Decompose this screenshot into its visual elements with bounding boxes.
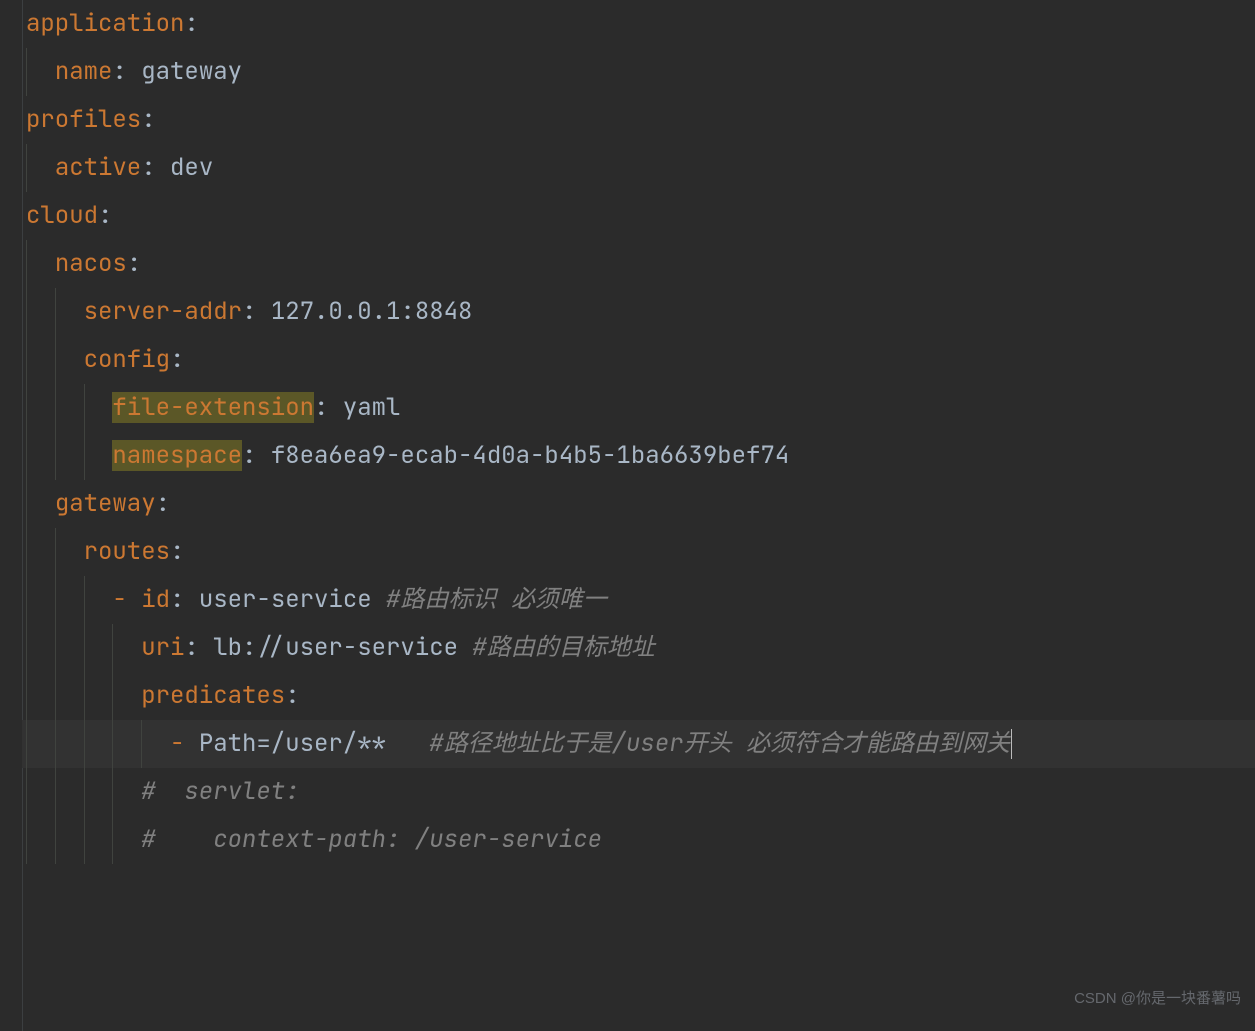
code-line[interactable]: name: gateway [22, 48, 1255, 96]
code-line[interactable]: profiles: [22, 96, 1255, 144]
code-dash: - [170, 728, 199, 759]
indent [26, 56, 55, 87]
caret [1011, 729, 1012, 759]
code-key: nacos [55, 248, 127, 279]
code-key: profiles [26, 104, 141, 135]
code-comment: #路由的目标地址 [472, 632, 654, 663]
indent [26, 728, 170, 759]
code-key: application [26, 8, 184, 39]
code-line[interactable]: active: dev [22, 144, 1255, 192]
code-line[interactable]: file-extension: yaml [22, 384, 1255, 432]
code-value: : [156, 488, 170, 519]
code-line[interactable]: config: [22, 336, 1255, 384]
code-line[interactable]: routes: [22, 528, 1255, 576]
indent [26, 296, 84, 327]
code-line[interactable]: predicates: [22, 672, 1255, 720]
code-key: predicates [141, 680, 285, 711]
watermark: CSDN @你是一块番薯吗 [1074, 975, 1241, 1023]
gutter [0, 0, 23, 1031]
code-value: : [141, 104, 155, 135]
code-editor[interactable]: application: name: gatewayprofiles: acti… [0, 0, 1255, 1031]
code-key: cloud [26, 200, 98, 231]
code-key: file-extension [112, 392, 314, 423]
code-value: : user-service [170, 584, 386, 615]
code-value: : [170, 536, 184, 567]
code-comment: # servlet: [141, 776, 299, 807]
code-key: routes [84, 536, 170, 567]
code-value: : [184, 8, 198, 39]
code-value: : [170, 344, 184, 375]
indent [26, 392, 112, 423]
indent [26, 632, 141, 663]
code-comment: #路径地址比于是/user开头 必须符合才能路由到网关 [429, 728, 1010, 759]
indent [26, 440, 112, 471]
indent [26, 776, 141, 807]
code-comment: #路由标识 必须唯一 [386, 584, 607, 615]
indent [26, 152, 55, 183]
indent [26, 248, 55, 279]
code-key: config [84, 344, 170, 375]
code-key: active [55, 152, 141, 183]
code-key: uri [141, 632, 184, 663]
code-value: : [285, 680, 299, 711]
indent [26, 488, 55, 519]
code-line[interactable]: - id: user-service #路由标识 必须唯一 [22, 576, 1255, 624]
code-line[interactable]: cloud: [22, 192, 1255, 240]
code-value: Path=/user/** [199, 728, 429, 759]
code-line[interactable]: # context-path: /user-service [22, 816, 1255, 864]
code-value: : yaml [314, 392, 400, 423]
code-value: : gateway [112, 56, 242, 87]
code-line[interactable]: # servlet: [22, 768, 1255, 816]
code-line[interactable]: application: [22, 0, 1255, 48]
code-key: namespace [112, 440, 242, 471]
code-dash: - [112, 584, 141, 615]
code-line[interactable]: gateway: [22, 480, 1255, 528]
code-line[interactable]: uri: lb://user-service #路由的目标地址 [22, 624, 1255, 672]
code-comment: # context-path: /user-service [141, 824, 602, 855]
code-value: : [98, 200, 112, 231]
code-key: server-addr [84, 296, 242, 327]
code-line[interactable]: namespace: f8ea6ea9-ecab-4d0a-b4b5-1ba66… [22, 432, 1255, 480]
code-value: : [127, 248, 141, 279]
indent [26, 584, 112, 615]
code-key: id [141, 584, 170, 615]
code-value: : dev [141, 152, 213, 183]
code-key: gateway [55, 488, 156, 519]
indent [26, 824, 141, 855]
code-value: : lb://user-service [184, 632, 472, 663]
code-line[interactable]: - Path=/user/** #路径地址比于是/user开头 必须符合才能路由… [22, 720, 1255, 768]
code-value: : 127.0.0.1:8848 [242, 296, 472, 327]
indent [26, 536, 84, 567]
code-value: : f8ea6ea9-ecab-4d0a-b4b5-1ba6639bef74 [242, 440, 789, 471]
code-key: name [55, 56, 113, 87]
indent [26, 344, 84, 375]
indent [26, 680, 141, 711]
code-line[interactable]: nacos: [22, 240, 1255, 288]
code-line[interactable]: server-addr: 127.0.0.1:8848 [22, 288, 1255, 336]
